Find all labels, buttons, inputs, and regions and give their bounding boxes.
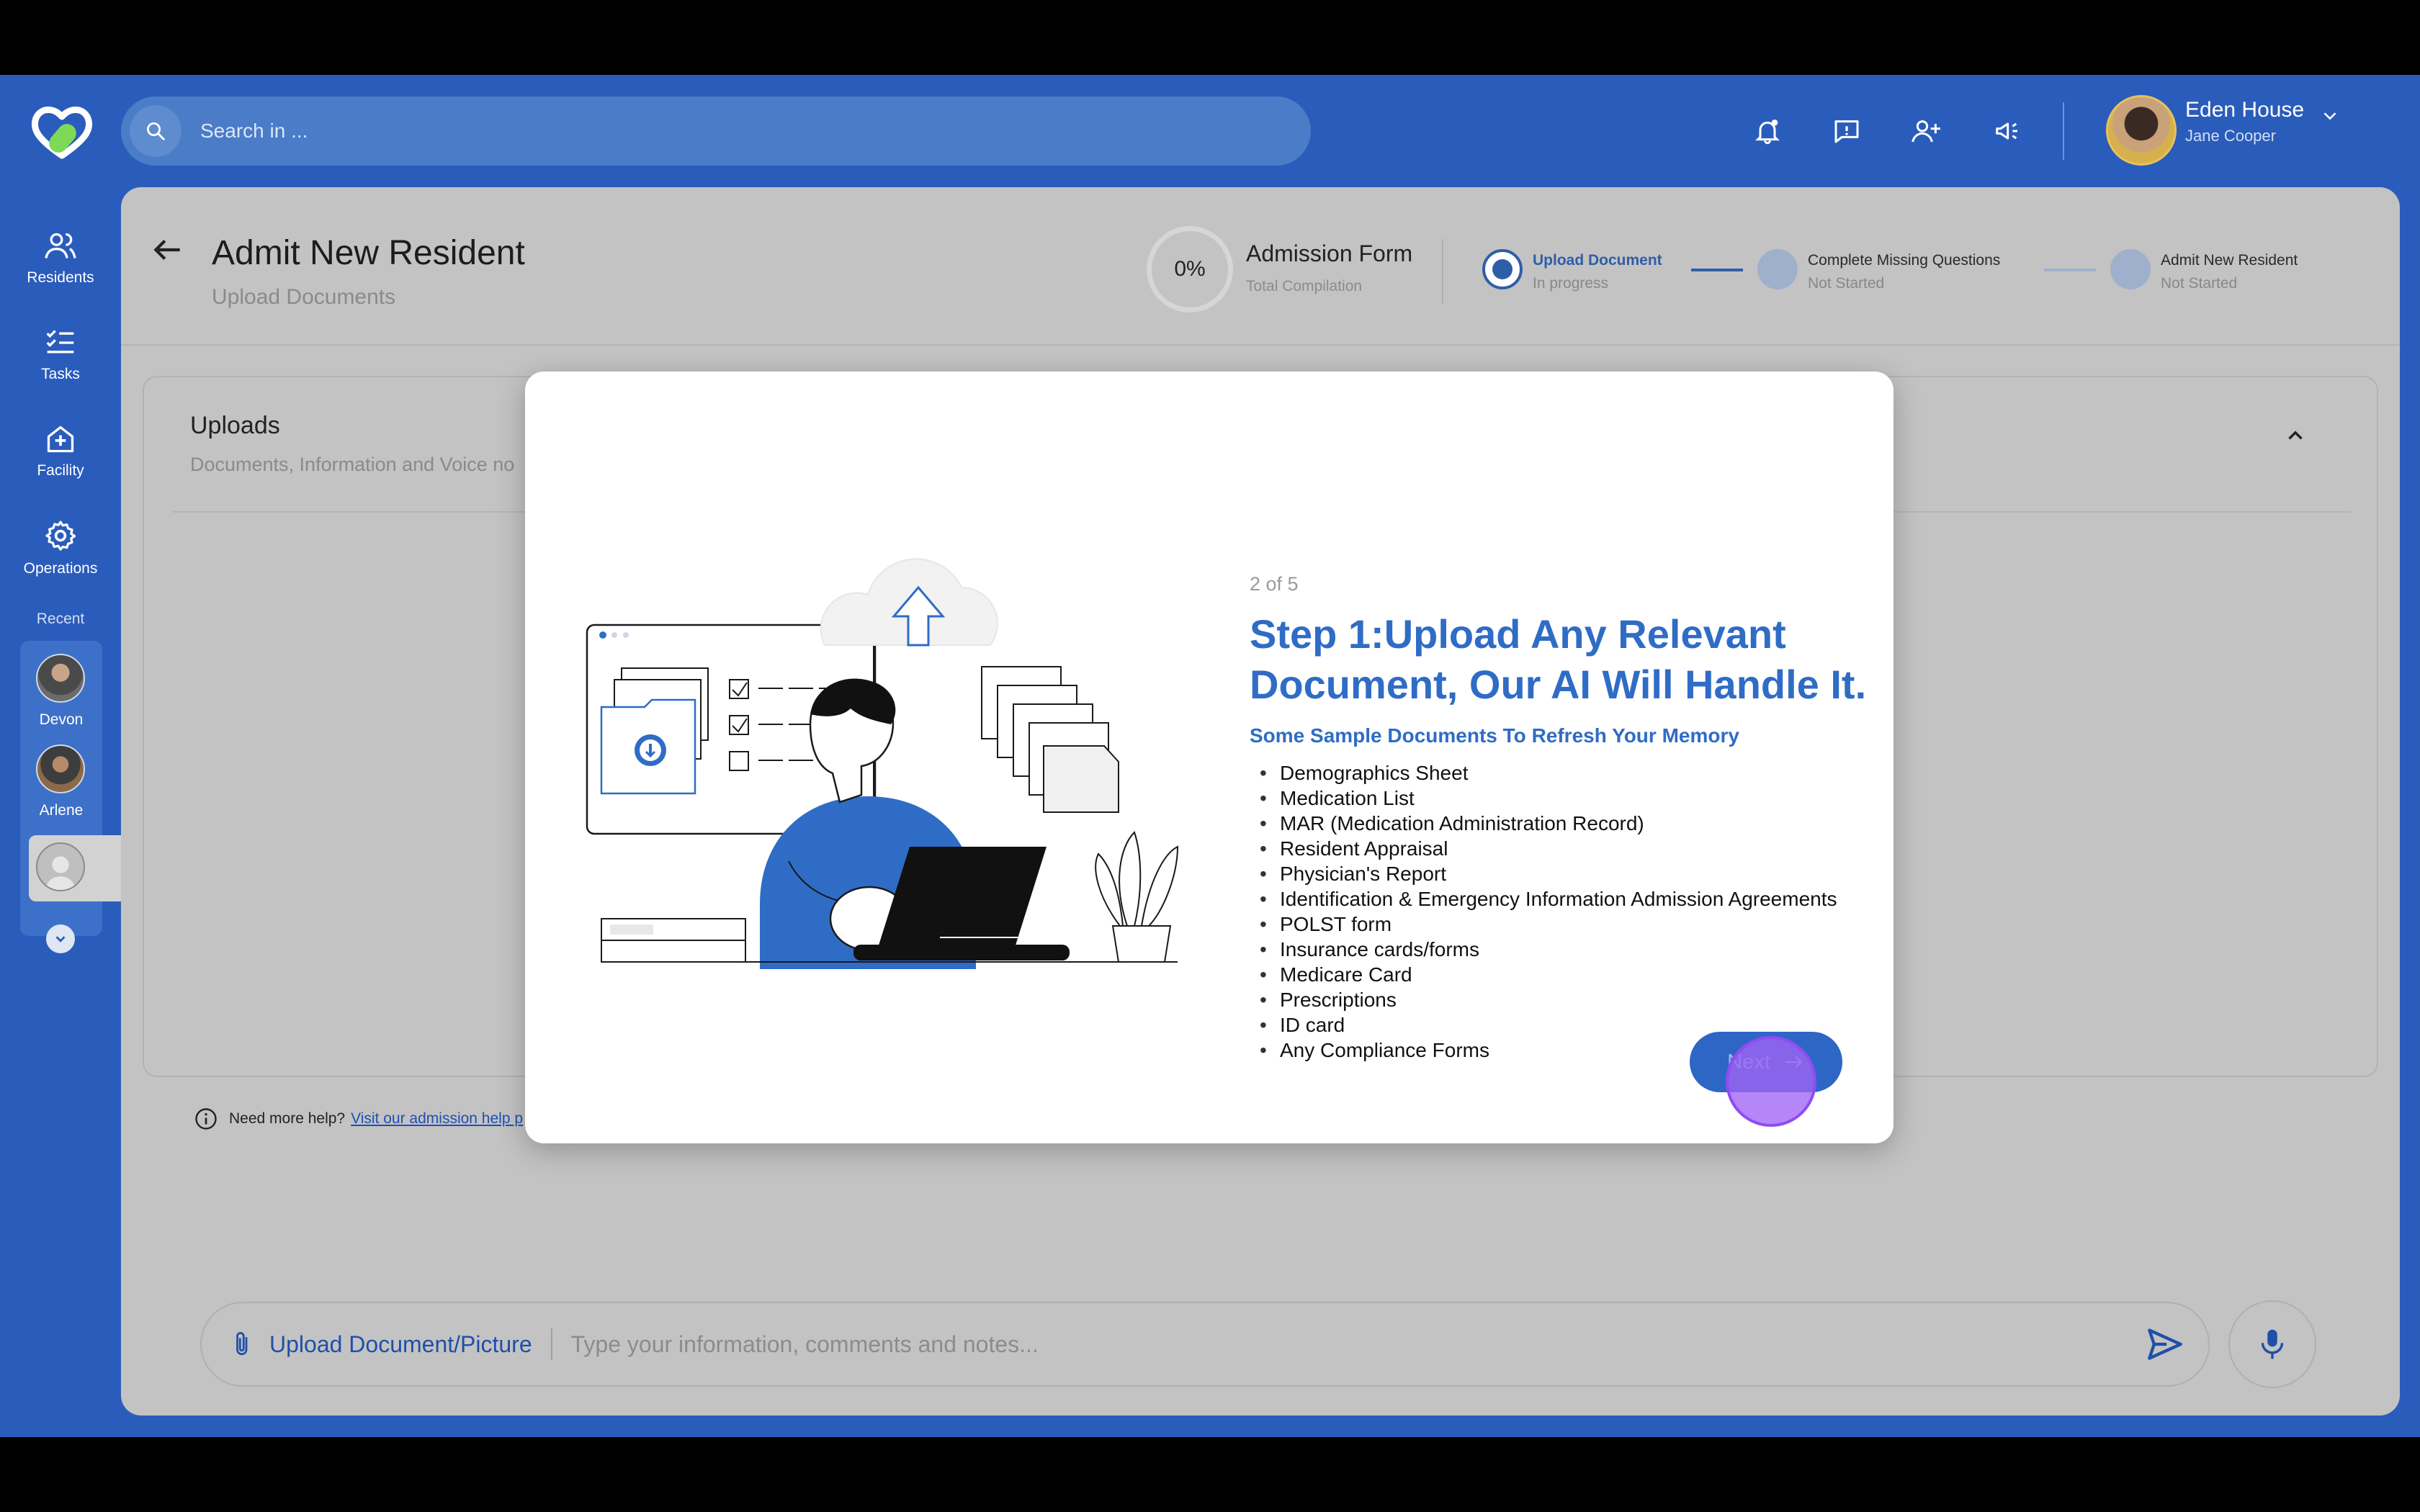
avatar[interactable] <box>36 842 85 891</box>
info-icon <box>195 1108 217 1130</box>
gear-icon <box>45 521 76 551</box>
bell-icon[interactable] <box>1747 111 1788 151</box>
microphone-icon <box>2261 1329 2284 1359</box>
page-subtitle: Upload Documents <box>212 285 396 309</box>
announcement-icon[interactable] <box>1986 111 2027 151</box>
residents-icon <box>45 233 76 258</box>
microphone-button[interactable] <box>2228 1300 2316 1388</box>
list-item: Prescriptions <box>1250 987 1837 1012</box>
onboarding-modal: 2 of 5 Step 1:Upload Any Relevant Docume… <box>525 372 1894 1143</box>
recent-name[interactable]: Arlene <box>20 802 102 819</box>
chevron-down-icon[interactable] <box>2319 105 2341 127</box>
document-list: Demographics Sheet Medication List MAR (… <box>1250 760 1837 1063</box>
sidebar-item-label: Residents <box>27 269 94 286</box>
avatar[interactable] <box>36 744 85 793</box>
send-icon[interactable] <box>2146 1327 2184 1362</box>
help-text: Need more help? <box>229 1110 346 1127</box>
progress-value: 0% <box>1174 257 1206 281</box>
step-status: Not Started <box>1808 275 1885 292</box>
user-name[interactable]: Eden House <box>2185 98 2304 122</box>
step-label: Admit New Resident <box>2161 252 2298 269</box>
sidebar-item-tasks[interactable]: Tasks <box>0 327 121 383</box>
step-indicator-active[interactable] <box>1482 249 1523 289</box>
facility-icon <box>47 426 74 453</box>
sidebar-item-residents[interactable]: Residents <box>0 230 121 287</box>
list-item: Insurance cards/forms <box>1250 937 1837 962</box>
chevron-down-icon <box>55 936 66 942</box>
list-item: Medicare Card <box>1250 962 1837 987</box>
step-connector <box>1691 269 1743 271</box>
progress-ring: 0% <box>1147 226 1233 312</box>
back-arrow-icon[interactable] <box>150 232 186 268</box>
search-bar[interactable]: Search in ... <box>121 96 1311 166</box>
step-label: Upload Document <box>1533 252 1662 269</box>
step-label: Complete Missing Questions <box>1808 252 2001 269</box>
list-item: Medication List <box>1250 786 1837 811</box>
recent-label: Recent <box>36 611 85 627</box>
sidebar-item-label: Facility <box>37 462 84 479</box>
step-status: Not Started <box>2161 275 2238 292</box>
sidebar-item-label: Operations <box>23 560 98 577</box>
sidebar-item-label: Tasks <box>41 366 80 382</box>
list-item: Physician's Report <box>1250 861 1837 886</box>
search-input[interactable]: Search in ... <box>200 120 308 143</box>
click-indicator <box>1726 1036 1816 1127</box>
modal-subtitle: Some Sample Documents To Refresh Your Me… <box>1250 724 1739 747</box>
recent-name[interactable]: Devon <box>20 711 102 729</box>
user-subtitle: Jane Cooper <box>2185 127 2276 145</box>
search-icon[interactable] <box>130 105 182 157</box>
divider <box>121 344 2400 346</box>
uploads-subtitle: Documents, Information and Voice no <box>190 454 515 475</box>
avatar[interactable] <box>36 654 85 703</box>
app-screen: Search in ... Eden House Jane Cooper Res… <box>0 75 2420 1437</box>
tasks-icon <box>46 330 74 354</box>
form-title: Admission Form <box>1246 240 1413 266</box>
step-indicator[interactable] <box>1757 249 1798 289</box>
help-row: Need more help? Visit our admission help… <box>193 1106 523 1132</box>
add-user-icon[interactable] <box>1906 111 1946 151</box>
upload-illustration <box>586 558 1179 969</box>
user-placeholder-icon <box>45 856 76 890</box>
step-connector <box>2044 269 2096 271</box>
feedback-icon[interactable] <box>1827 111 1867 151</box>
upload-document-label: Upload Document/Picture <box>269 1331 532 1357</box>
form-subtitle: Total Compilation <box>1246 278 1363 294</box>
app-logo <box>31 107 93 159</box>
sidebar-item-operations[interactable]: Operations <box>0 518 121 577</box>
help-link[interactable]: Visit our admission help p <box>351 1110 523 1128</box>
list-item: Identification & Emergency Information A… <box>1250 886 1837 912</box>
message-composer: Upload Document/Picture Type your inform… <box>200 1302 2210 1387</box>
recent-expand-button[interactable] <box>46 924 75 953</box>
upload-document-button[interactable]: Upload Document/Picture <box>232 1331 532 1358</box>
step-status: In progress <box>1533 275 1609 292</box>
header-divider <box>2063 102 2064 160</box>
list-item: MAR (Medication Administration Record) <box>1250 811 1837 836</box>
paperclip-icon <box>236 1332 248 1356</box>
list-item: POLST form <box>1250 912 1837 937</box>
header-divider <box>1442 239 1443 304</box>
list-item: Resident Appraisal <box>1250 836 1837 861</box>
list-item: Demographics Sheet <box>1250 760 1837 786</box>
notes-input[interactable]: Type your information, comments and note… <box>571 1331 2146 1358</box>
step-counter: 2 of 5 <box>1250 573 1299 595</box>
page-title: Admit New Resident <box>212 234 525 272</box>
chevron-up-icon[interactable] <box>2283 423 2308 448</box>
modal-title: Step 1:Upload Any Relevant Document, Our… <box>1250 611 1867 707</box>
uploads-title: Uploads <box>190 412 280 439</box>
step-indicator[interactable] <box>2110 249 2151 289</box>
user-avatar[interactable] <box>2106 95 2177 166</box>
sidebar-item-facility[interactable]: Facility <box>0 423 121 480</box>
composer-divider <box>550 1328 552 1360</box>
